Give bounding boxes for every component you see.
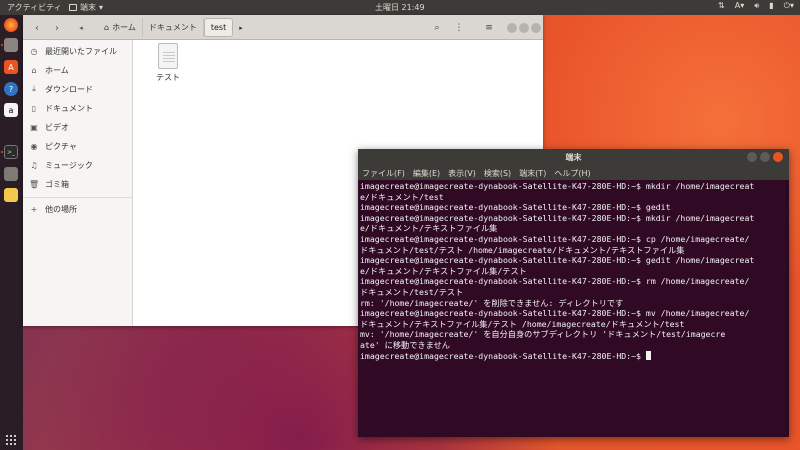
terminal-line: imagecreate@imagecreate-dynabook-Satelli… xyxy=(360,202,671,213)
terminal-line: ドキュメント/test/テスト xyxy=(360,286,464,297)
video-icon: ▣ xyxy=(30,122,38,132)
menu-help[interactable]: ヘルプ(H) xyxy=(554,168,590,179)
amazon-icon[interactable]: a xyxy=(4,103,18,117)
file-name: テスト xyxy=(156,73,180,82)
show-applications-button[interactable] xyxy=(6,435,16,445)
breadcrumb-documents[interactable]: ドキュメント xyxy=(143,18,204,37)
terminal-line: e/ドキュメント/test xyxy=(360,191,444,202)
download-icon: ⤓ xyxy=(32,84,36,93)
breadcrumb-right-arrow[interactable]: ▸ xyxy=(233,18,249,37)
terminal-line: e/ドキュメント/テキストファイル集/テスト xyxy=(360,265,527,276)
help-icon[interactable]: ? xyxy=(4,82,18,96)
terminal-scrollbar[interactable] xyxy=(786,180,789,435)
input-method-icon[interactable]: A▾ xyxy=(735,1,745,11)
app-menu-label: 端末 xyxy=(80,3,96,12)
menu-terminal[interactable]: 端末(T) xyxy=(519,168,546,179)
minimize-button[interactable] xyxy=(507,23,517,33)
home-icon: ⌂ xyxy=(104,23,110,32)
sidebar-item-home[interactable]: ⌂ ホーム xyxy=(29,64,68,76)
power-icon: ⏻︎▾ xyxy=(783,1,794,10)
window-controls xyxy=(747,152,783,162)
sidebar-item-music[interactable]: ♫ ミュージック xyxy=(29,159,92,171)
terminal-line: imagecreate@imagecreate-dynabook-Satelli… xyxy=(360,255,755,266)
sidebar-item-other-locations[interactable]: + 他の場所 xyxy=(29,203,77,215)
plus-icon: + xyxy=(30,204,38,214)
minimize-button[interactable] xyxy=(747,152,757,162)
terminal-line: rm: '/home/imagecreate/' を削除できません: ディレクト… xyxy=(360,297,624,308)
sidebar-item-downloads[interactable]: ⤓ ダウンロード xyxy=(29,83,93,95)
trash-icon: 🗑︎ xyxy=(29,179,40,189)
close-button[interactable] xyxy=(773,152,783,162)
maximize-button[interactable] xyxy=(760,152,770,162)
close-button[interactable] xyxy=(531,23,541,33)
terminal-line: mv: '/home/imagecreate/' を自分自身のサブディレクトリ … xyxy=(360,329,726,340)
maximize-button[interactable] xyxy=(519,23,529,33)
search-icon[interactable]: ⌕ xyxy=(429,20,445,36)
terminal-prompt: imagecreate@imagecreate-dynabook-Satelli… xyxy=(360,350,646,361)
network-icon: ⇅ xyxy=(718,1,725,10)
menu-file[interactable]: ファイル(F) xyxy=(362,168,405,179)
firefox-icon[interactable] xyxy=(4,18,18,32)
terminal-app-icon xyxy=(69,4,77,11)
window-title: 端末 xyxy=(565,153,582,162)
menu-icon[interactable]: ≡ xyxy=(481,20,497,36)
terminal-line: ate' に移動できません xyxy=(360,339,450,350)
files-icon[interactable] xyxy=(4,38,18,52)
terminal-line: imagecreate@imagecreate-dynabook-Satelli… xyxy=(360,308,750,319)
terminal-line: imagecreate@imagecreate-dynabook-Satelli… xyxy=(360,212,755,223)
text-cursor xyxy=(645,350,651,360)
text-file-icon xyxy=(158,43,178,69)
terminal-prompt-line: imagecreate@imagecreate-dynabook-Satelli… xyxy=(360,350,785,362)
battery-icon: ▮ xyxy=(769,1,774,10)
forward-button[interactable]: › xyxy=(49,20,65,36)
sidebar-item-recent[interactable]: ◷ 最近開いたファイル xyxy=(29,45,118,57)
view-options-button[interactable]: ⋮ xyxy=(451,20,467,36)
home-icon: ⌂ xyxy=(31,65,37,75)
terminal-output[interactable]: imagecreate@imagecreate-dynabook-Satelli… xyxy=(360,180,785,435)
app-menu[interactable]: 端末 ▾ xyxy=(69,2,103,13)
dock: A ? a >_ xyxy=(0,15,23,450)
files-header-bar: ‹ › ◂ ⌂ ホーム ドキュメント test ▸ ⌕ ⋮ ≡ xyxy=(23,15,543,40)
terminal-line: imagecreate@imagecreate-dynabook-Satelli… xyxy=(360,233,750,244)
sound-icon: 🔊︎ xyxy=(754,1,760,10)
terminal-menubar: ファイル(F) 編集(E) 表示(V) 検索(S) 端末(T) ヘルプ(H) xyxy=(358,166,789,180)
running-indicator xyxy=(1,151,3,153)
menu-view[interactable]: 表示(V) xyxy=(448,168,476,179)
sidebar-item-pictures[interactable]: ◉ ピクチャ xyxy=(29,140,77,152)
activities-button[interactable]: アクティビティ xyxy=(7,2,62,13)
back-button[interactable]: ‹ xyxy=(29,20,45,36)
clock-icon: ◷ xyxy=(30,46,38,56)
text-editor-icon[interactable] xyxy=(4,188,18,202)
terminal-line: imagecreate@imagecreate-dynabook-Satelli… xyxy=(360,276,750,287)
terminal-icon[interactable]: >_ xyxy=(4,145,18,159)
terminal-line: e/ドキュメント/テキストファイル集 xyxy=(360,223,498,234)
terminal-title-bar[interactable]: 端末 xyxy=(358,149,789,166)
breadcrumb-test[interactable]: test xyxy=(203,18,234,37)
running-indicator xyxy=(1,44,3,46)
breadcrumb-left-arrow[interactable]: ◂ xyxy=(73,20,89,36)
camera-icon: ◉ xyxy=(30,141,38,151)
menu-search[interactable]: 検索(S) xyxy=(484,168,511,179)
document-icon: ▯ xyxy=(31,103,37,113)
top-bar: アクティビティ 端末 ▾ 土曜日 21:49 ⇅ A▾ 🔊︎ ▮ ⏻︎▾ xyxy=(0,0,800,15)
file-item[interactable]: テスト xyxy=(153,43,183,83)
terminal-line: ドキュメント/test/テスト /home/imagecreate/ドキュメント… xyxy=(360,244,685,255)
clock[interactable]: 土曜日 21:49 xyxy=(375,2,425,13)
terminal-line: ドキュメント/テキストファイル集/テスト /home/imagecreate/ド… xyxy=(360,318,685,329)
breadcrumb-home[interactable]: ⌂ ホーム xyxy=(98,18,143,37)
terminal-line: imagecreate@imagecreate-dynabook-Satelli… xyxy=(360,181,755,191)
sidebar-item-trash[interactable]: 🗑︎ ゴミ箱 xyxy=(29,178,69,190)
terminal-window: 端末 ファイル(F) 編集(E) 表示(V) 検索(S) 端末(T) ヘルプ(H… xyxy=(358,149,789,437)
sidebar-item-videos[interactable]: ▣ ビデオ xyxy=(29,121,69,133)
menu-edit[interactable]: 編集(E) xyxy=(413,168,440,179)
places-sidebar: ◷ 最近開いたファイル ⌂ ホーム ⤓ ダウンロード ▯ ドキュメント ▣ ビデ… xyxy=(23,40,133,326)
breadcrumb: ⌂ ホーム ドキュメント test ▸ xyxy=(98,18,249,37)
sidebar-divider xyxy=(23,197,133,198)
screenshot-icon[interactable] xyxy=(4,167,18,181)
music-icon: ♫ xyxy=(30,160,38,170)
status-area[interactable]: ⇅ A▾ 🔊︎ ▮ ⏻︎▾ xyxy=(718,1,794,11)
software-icon[interactable]: A xyxy=(4,60,18,74)
sidebar-item-documents[interactable]: ▯ ドキュメント xyxy=(29,102,93,114)
chevron-down-icon: ▾ xyxy=(99,3,104,12)
